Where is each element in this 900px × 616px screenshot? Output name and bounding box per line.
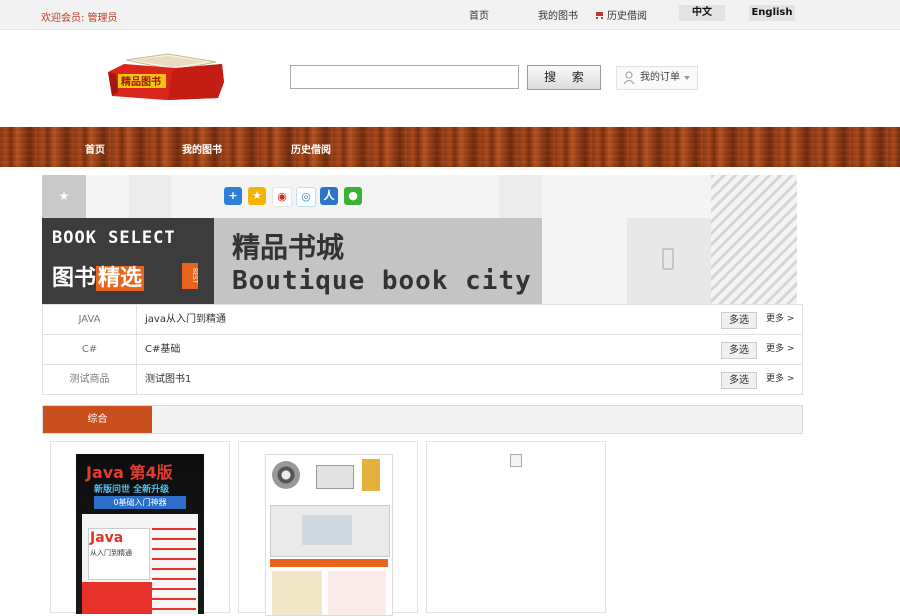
cover-name-2: 从入门到精通	[90, 549, 132, 557]
book-cover-bundle[interactable]	[265, 454, 393, 616]
star-icon[interactable]: ★	[42, 175, 86, 218]
cover-tag: 0基础入门神器	[94, 496, 186, 509]
cart-icon	[595, 11, 604, 19]
renren-icon[interactable]: 人	[320, 187, 338, 205]
category-row-test: 测试商品 测试图书1 多选 更多 >	[42, 364, 803, 395]
broken-image-icon	[510, 454, 522, 467]
multi-select-button[interactable]: 多选	[721, 342, 757, 359]
search-button[interactable]: 搜 索	[527, 65, 601, 90]
chevron-down-icon	[684, 76, 690, 80]
phone-icon	[662, 248, 674, 270]
book-cover-java[interactable]: Java 第4版 新版问世 全新升级 0基础入门神器 Java 从入门到精通	[76, 454, 204, 614]
my-orders-dropdown[interactable]: 我的订单	[616, 66, 698, 90]
category-row-java: JAVA java从入门到精通 多选 更多 >	[42, 304, 803, 335]
nav-item-home[interactable]: 首页	[85, 141, 105, 156]
category-book-link[interactable]: java从入门到精通	[145, 305, 226, 334]
category-book-link[interactable]: C#基础	[145, 335, 180, 364]
weibo-icon[interactable]: ◉	[272, 187, 292, 207]
search-input[interactable]	[290, 65, 519, 89]
product-tab-bar: 综合	[42, 405, 803, 434]
top-link-my-books[interactable]: 我的图书	[538, 7, 578, 22]
decorative-stripes	[711, 175, 797, 304]
top-bar: 欢迎会员: 管理员 首页 我的图书 历史借阅 中文 English	[0, 0, 900, 30]
banner-title-cn: 精品书城	[232, 231, 345, 264]
lang-english-button[interactable]: English	[749, 5, 795, 21]
multi-select-button[interactable]: 多选	[721, 312, 757, 329]
site-logo[interactable]: 精品图书	[106, 52, 226, 102]
category-name[interactable]: JAVA	[43, 305, 137, 334]
category-name[interactable]: 测试商品	[43, 365, 137, 394]
my-orders-label: 我的订单	[640, 72, 680, 83]
banner-title-en: Boutique book city	[232, 266, 532, 296]
top-link-home[interactable]: 首页	[469, 7, 489, 22]
more-link[interactable]: 更多 >	[766, 342, 794, 357]
product-card[interactable]	[238, 441, 418, 616]
main-nav: 首页 我的图书 历史借阅	[0, 127, 900, 167]
multi-select-button[interactable]: 多选	[721, 372, 757, 389]
book-select-text: BOOK SELECT	[52, 228, 176, 248]
more-link[interactable]: 更多 >	[766, 312, 794, 327]
mobile-box[interactable]	[627, 218, 711, 304]
qzone-icon[interactable]: ★	[248, 187, 266, 205]
category-name[interactable]: C#	[43, 335, 137, 364]
cover-title: Java 第4版	[86, 463, 173, 482]
book-select-graphic: BOOK SELECT 图书精选 BEST	[42, 218, 214, 304]
welcome-text: 欢迎会员: 管理员	[41, 13, 118, 24]
cover-name: Java	[90, 530, 124, 546]
wechat-icon[interactable]: ●	[344, 187, 362, 205]
user-icon	[623, 71, 635, 85]
best-badge: BEST	[182, 263, 198, 289]
category-row-csharp: C# C#基础 多选 更多 >	[42, 334, 803, 365]
banner-title-area: 精品书城 Boutique book city	[214, 218, 542, 304]
nav-item-my-books[interactable]: 我的图书	[182, 141, 222, 156]
svg-text:精品图书: 精品图书	[121, 75, 161, 88]
add-share-icon[interactable]: +	[224, 187, 242, 205]
top-link-history-label: 历史借阅	[607, 11, 647, 22]
product-card[interactable]	[426, 441, 606, 613]
book-logo-icon: 精品图书	[108, 53, 224, 100]
cover-subtitle: 新版问世 全新升级	[94, 485, 170, 495]
tab-comprehensive[interactable]: 综合	[43, 406, 152, 433]
nav-item-history[interactable]: 历史借阅	[291, 141, 331, 156]
lang-chinese-button[interactable]: 中文	[679, 5, 725, 21]
tushu-jingxuan-text: 图书精选	[52, 266, 145, 291]
category-book-link[interactable]: 测试图书1	[145, 365, 191, 394]
top-link-history[interactable]: 历史借阅	[595, 7, 647, 22]
more-link[interactable]: 更多 >	[766, 372, 794, 387]
product-card[interactable]: Java 第4版 新版问世 全新升级 0基础入门神器 Java 从入门到精通	[50, 441, 230, 614]
promo-banner: ★ + ★ ◉ ◎ 人 ● BOOK SELECT 图书精选 BEST 精品书城…	[42, 175, 797, 304]
tencent-weibo-icon[interactable]: ◎	[296, 187, 316, 207]
